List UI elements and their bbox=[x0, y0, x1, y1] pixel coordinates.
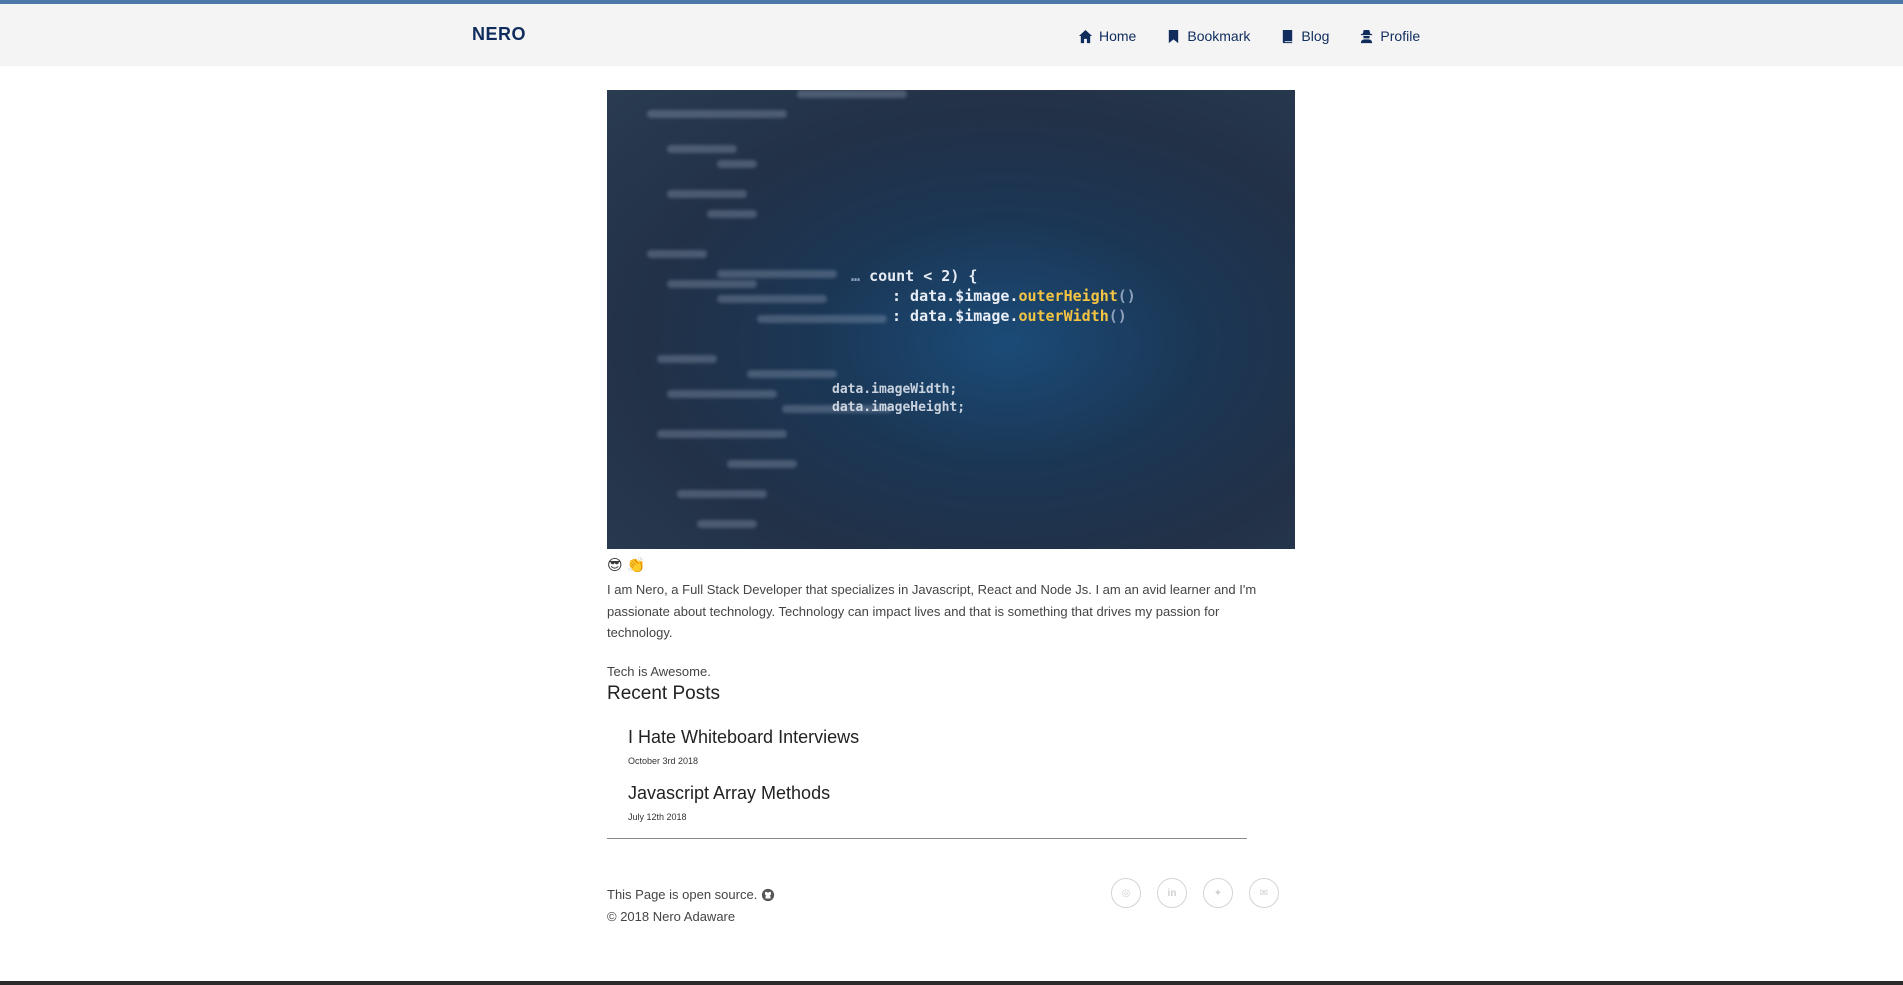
linkedin-icon: in bbox=[1167, 887, 1177, 899]
tagline: Tech is Awesome. bbox=[607, 664, 711, 679]
blurred-code-line bbox=[647, 250, 707, 258]
twitter-icon: ✦ bbox=[1213, 887, 1223, 899]
blurred-code-line bbox=[667, 390, 777, 398]
book-icon bbox=[1283, 29, 1293, 43]
code-text-line: : data.$image.outerWidth() bbox=[892, 307, 1127, 325]
main-nav: Home Bookmark Blog Profile bbox=[1078, 28, 1420, 44]
home-icon bbox=[1078, 29, 1093, 43]
about-paragraph: I am Nero, a Full Stack Developer that s… bbox=[607, 582, 1257, 640]
code-text-line: data.imageWidth; bbox=[832, 382, 958, 397]
blurred-code-line bbox=[717, 160, 757, 168]
nav-home[interactable]: Home bbox=[1078, 28, 1136, 44]
code-text-line: … count < 2) { bbox=[851, 267, 978, 285]
user-secret-icon bbox=[1361, 29, 1373, 43]
sunglasses-emoji-icon: 😎 bbox=[607, 557, 623, 574]
blurred-code-line bbox=[667, 145, 737, 153]
nav-blog-label: Blog bbox=[1301, 28, 1330, 44]
open-source-text: This Page is open source. bbox=[607, 887, 758, 902]
github-icon[interactable] bbox=[761, 888, 775, 902]
bottom-bar bbox=[0, 981, 1903, 985]
social-links: ◎ in ✦ ✉ bbox=[1111, 878, 1279, 908]
copyright: © 2018 Nero Adaware bbox=[607, 909, 736, 924]
github-circle-icon: ◎ bbox=[1121, 887, 1131, 899]
nav-profile[interactable]: Profile bbox=[1359, 28, 1420, 44]
clapping-hands-emoji-icon: 👏 bbox=[626, 557, 646, 574]
post-date: October 3rd 2018 bbox=[628, 756, 699, 766]
recent-posts-heading: Recent Posts bbox=[607, 683, 720, 704]
nav-profile-label: Profile bbox=[1380, 28, 1421, 44]
hero-code-image: … count < 2) { : data.$image.outerHeight… bbox=[607, 90, 1295, 549]
post-date: July 12th 2018 bbox=[628, 812, 687, 822]
twitter-link[interactable]: ✦ bbox=[1203, 878, 1233, 908]
post-item: Javascript Array Methods July 12th 2018 bbox=[628, 783, 830, 822]
blurred-code-line bbox=[657, 355, 717, 363]
nav-bookmark[interactable]: Bookmark bbox=[1166, 28, 1250, 44]
nav-home-label: Home bbox=[1099, 28, 1137, 44]
emoji-row: 😎 👏 bbox=[607, 556, 645, 574]
post-title-link[interactable]: Javascript Array Methods bbox=[628, 783, 830, 804]
blurred-code-line bbox=[757, 315, 887, 323]
bookmark-icon bbox=[1169, 29, 1179, 43]
blurred-code-line bbox=[747, 370, 837, 378]
blurred-code-line bbox=[697, 520, 757, 528]
blurred-code-line bbox=[677, 490, 767, 498]
blurred-code-line bbox=[717, 295, 827, 303]
email-icon: ✉ bbox=[1259, 887, 1269, 899]
blurred-code-line bbox=[667, 280, 757, 288]
blurred-code-line bbox=[667, 190, 747, 198]
brand-logo[interactable]: NERO bbox=[472, 24, 526, 45]
open-source-note: This Page is open source. bbox=[607, 887, 775, 902]
code-text-line: : data.$image.outerHeight() bbox=[892, 287, 1136, 305]
post-title-link[interactable]: I Hate Whiteboard Interviews bbox=[628, 727, 859, 748]
blurred-code-line bbox=[657, 430, 787, 438]
blurred-code-line bbox=[797, 90, 907, 98]
blurred-code-line bbox=[647, 110, 787, 118]
linkedin-link[interactable]: in bbox=[1157, 878, 1187, 908]
email-link[interactable]: ✉ bbox=[1249, 878, 1279, 908]
footer-divider bbox=[607, 838, 1247, 839]
blurred-code-line bbox=[727, 460, 797, 468]
github-link[interactable]: ◎ bbox=[1111, 878, 1141, 908]
code-text-line: data.imageHeight; bbox=[832, 400, 966, 415]
nav-bookmark-label: Bookmark bbox=[1187, 28, 1251, 44]
site-header: NERO Home Bookmark Blog Profile bbox=[0, 4, 1903, 66]
nav-blog[interactable]: Blog bbox=[1280, 28, 1329, 44]
blurred-code-line bbox=[717, 270, 837, 278]
post-item: I Hate Whiteboard Interviews October 3rd… bbox=[628, 727, 859, 766]
blurred-code-line bbox=[707, 210, 757, 218]
